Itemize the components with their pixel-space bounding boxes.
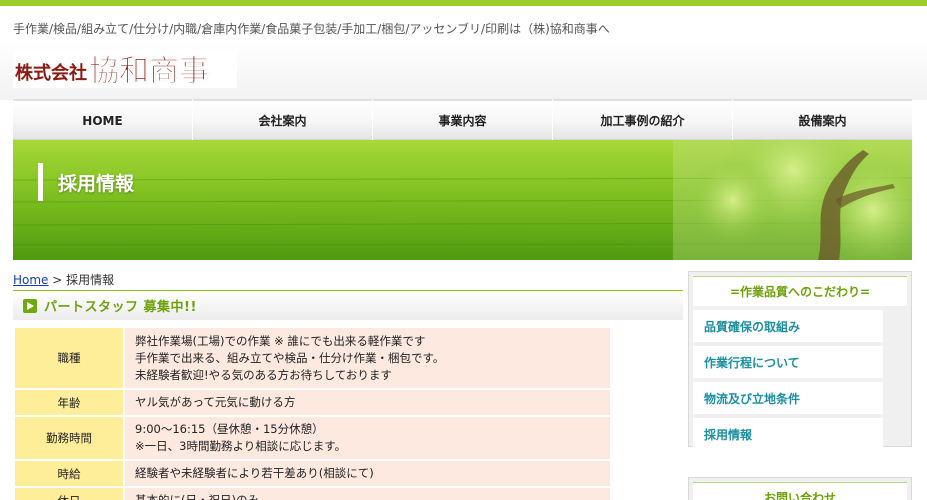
sidebar-link-logistics[interactable]: 物流及び立地条件 [693, 382, 883, 414]
row-label: 職種 [15, 328, 123, 388]
value-line: ヤル気があって元気に動ける方 [135, 395, 296, 409]
breadcrumb-home-link[interactable]: Home [13, 273, 48, 287]
breadcrumb-separator: > [48, 273, 67, 287]
table-row: 休日 基本的に(日・祝日)のみ [15, 488, 610, 500]
sidebar-link-process[interactable]: 作業行程について [693, 346, 883, 378]
banner-title: 採用情報 [38, 163, 134, 201]
sidebar-quality-menu: =作業品質へのこだわり= 品質確保の取組み 作業行程について 物流及び立地条件 … [688, 271, 912, 450]
value-line: 9:00〜16:15（昼休憩・15分休憩） [135, 422, 324, 436]
sidebar-link-recruit[interactable]: 採用情報 [693, 418, 883, 450]
nav-examples[interactable]: 加工事例の紹介 [553, 99, 732, 140]
section-title: パートスタッフ 募集中!! [44, 300, 197, 315]
value-line: 弊社作業場(工場)での作業 ※ 誰にでも出来る軽作業です [135, 333, 426, 348]
play-arrow-icon [23, 298, 37, 313]
job-details-table: 職種 弊社作業場(工場)での作業 ※ 誰にでも出来る軽作業です 手作業で出来る、… [13, 326, 612, 500]
site-tagline: 手作業/検品/組み立て/仕分け/内職/倉庫内作業/食品菓子包装/手加工/梱包/ア… [13, 22, 610, 36]
logo-prefix: 株式会社 [15, 62, 87, 84]
value-line: 手作業で出来る、組み立てや検品・仕分け作業・梱包です。 [135, 350, 445, 365]
nav-business[interactable]: 事業内容 [373, 99, 552, 140]
sidebar-contact: お問い合わせ [688, 477, 912, 500]
logo-graphic: 株式会社 協和商事 [13, 50, 237, 89]
sidebar-heading: =作業品質へのこだわり= [693, 276, 907, 306]
value-line: ※一日、3時間勤務より相談に応じます。 [135, 439, 347, 453]
value-line: 未経験者歓迎!やる気のある方お待ちしております [135, 367, 392, 382]
sidebar-link-quality[interactable]: 品質確保の取組み [693, 310, 883, 342]
breadcrumb: Home > 採用情報 [13, 271, 114, 288]
top-accent-bar [0, 0, 927, 6]
table-row: 年齢 ヤル気があって元気に動ける方 [15, 390, 610, 415]
row-value: 弊社作業場(工場)での作業 ※ 誰にでも出来る軽作業です 手作業で出来る、組み立… [125, 328, 610, 388]
table-row: 職種 弊社作業場(工場)での作業 ※ 誰にでも出来る軽作業です 手作業で出来る、… [15, 328, 610, 388]
page-banner: 採用情報 [13, 140, 912, 260]
grass-and-tree-image [13, 140, 912, 260]
company-logo[interactable]: 株式会社 協和商事 [13, 50, 237, 89]
main-nav: HOME 会社案内 事業内容 加工事例の紹介 設備案内 [13, 99, 912, 140]
contact-heading[interactable]: お問い合わせ [693, 482, 907, 500]
row-label: 時給 [15, 461, 123, 486]
logo-name: 協和商事 [89, 54, 209, 88]
section-heading: パートスタッフ 募集中!! [13, 290, 683, 320]
breadcrumb-current: 採用情報 [66, 273, 115, 287]
nav-equipment[interactable]: 設備案内 [733, 99, 912, 140]
row-label: 勤務時間 [15, 417, 123, 459]
nav-company[interactable]: 会社案内 [193, 99, 372, 140]
row-value: 9:00〜16:15（昼休憩・15分休憩） ※一日、3時間勤務より相談に応じます… [125, 417, 610, 459]
row-value: ヤル気があって元気に動ける方 [125, 390, 610, 415]
row-label: 年齢 [15, 390, 123, 415]
row-label: 休日 [15, 488, 123, 500]
table-row: 勤務時間 9:00〜16:15（昼休憩・15分休憩） ※一日、3時間勤務より相談… [15, 417, 610, 459]
row-value: 基本的に(日・祝日)のみ [125, 488, 610, 500]
nav-home[interactable]: HOME [13, 99, 192, 140]
table-row: 時給 経験者や未経験者により若干差あり(相談にて) [15, 461, 610, 486]
value-line: 経験者や未経験者により若干差あり(相談にて) [135, 466, 374, 480]
row-value: 経験者や未経験者により若干差あり(相談にて) [125, 461, 610, 486]
value-line: 基本的に(日・祝日)のみ [135, 493, 259, 500]
